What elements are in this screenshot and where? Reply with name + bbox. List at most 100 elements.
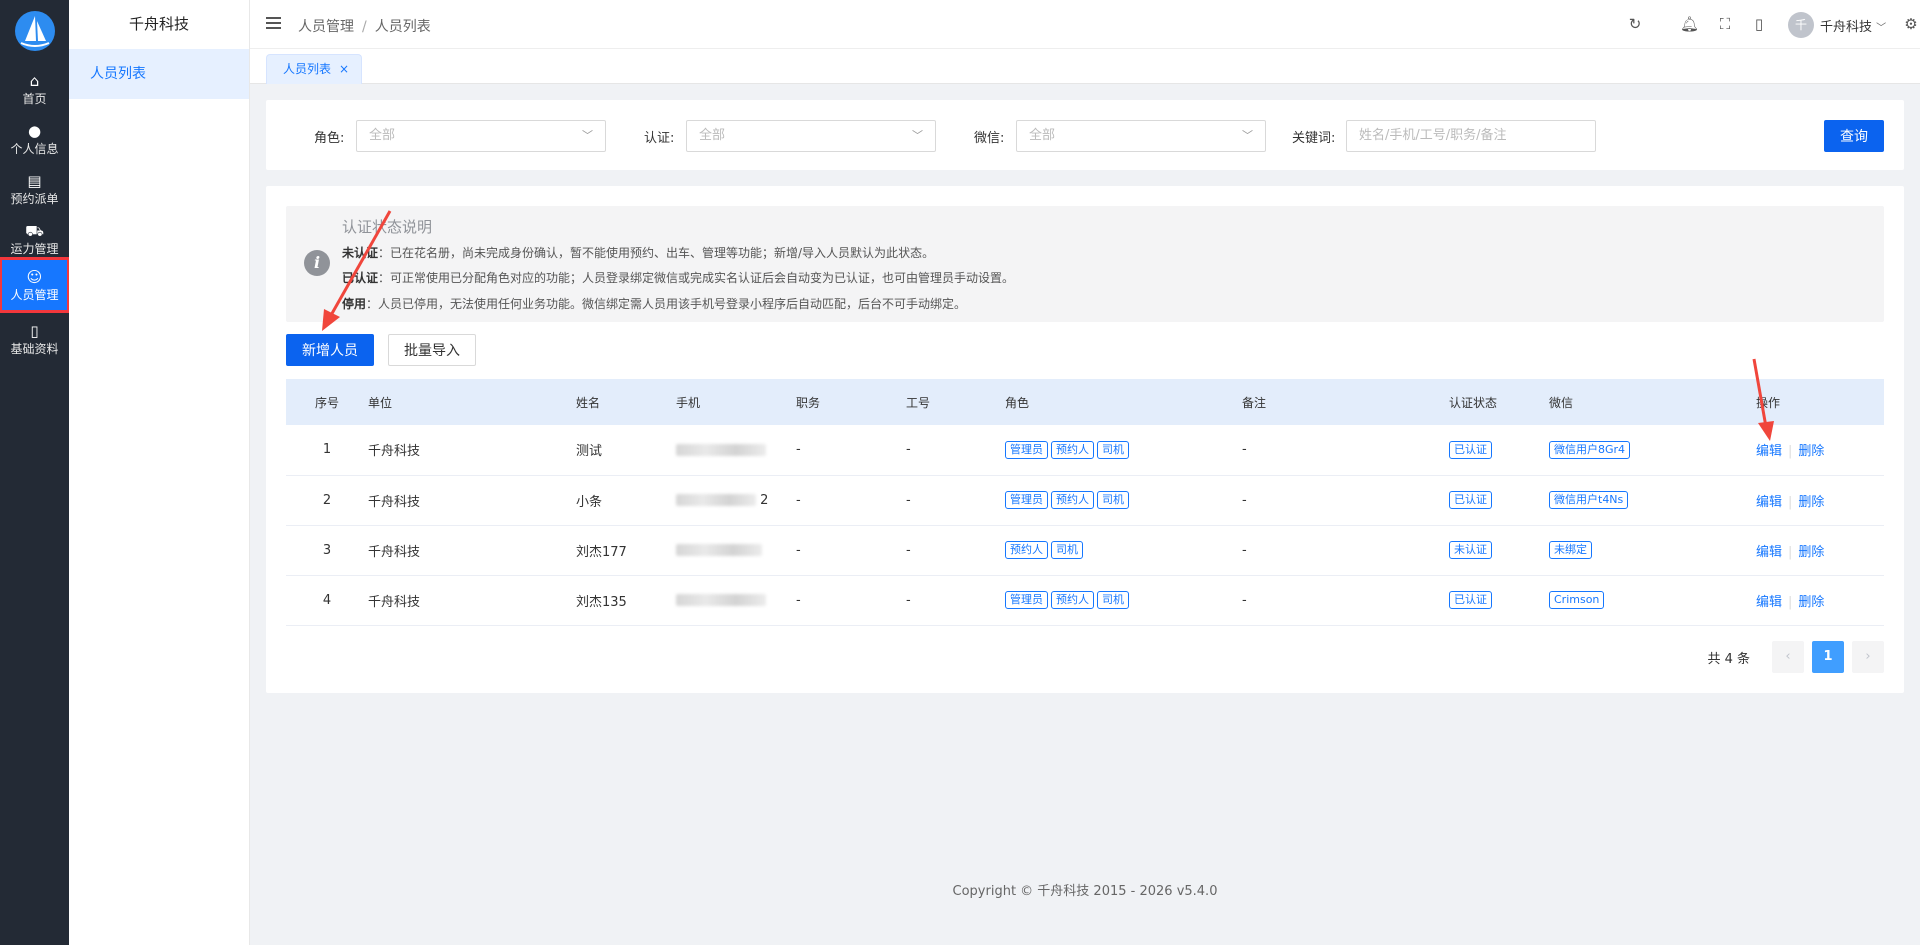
edit-link[interactable]: 编辑 [1756,545,1782,560]
role-tag: 司机 [1097,591,1129,609]
column-header: 单位 [368,395,393,410]
cell-phone: 2 [676,475,796,525]
submenu-item-personnel-list[interactable]: 人员列表 [69,49,249,99]
delete-link[interactable]: 删除 [1798,545,1824,560]
table-row: 2 千舟科技 小条 2 - - 管理员 预约人 司机 - 已认证 微信用户t4Ns … [286,475,1884,525]
cell-wechat: Crimson [1549,575,1756,625]
truck-icon: ⛟ [25,221,44,240]
rail-item-label: 预约派单 [10,191,59,206]
cell-auth: 已认证 [1449,475,1549,525]
divider: | [1788,594,1793,610]
role-tag: 管理员 [1005,491,1048,509]
column-header: 序号 [314,395,339,410]
menu-toggle-icon[interactable] [266,17,281,29]
wechat-tag: 微信用户8Gr4 [1549,440,1631,459]
cell-name: 刘杰177 [576,544,627,560]
wechat-select-value: 全部 [1029,128,1056,143]
tab-bar: 人员列表 × [250,49,1920,84]
rail-item-label: 人员管理 [10,287,59,302]
cell-name: 测试 [576,444,603,460]
rail-item-home[interactable]: ⌂ 首页 [0,64,69,114]
auth-status-tag: 已认证 [1449,440,1492,459]
notice-line: 已认证：可正常使用已分配角色对应的功能；人员登录绑定微信或完成实名认证后会自动变… [342,269,1014,286]
cell-wechat: 未绑定 [1549,525,1756,575]
cell-index: 4 [322,592,332,608]
rail-item-capacity[interactable]: ⛟ 运力管理 [0,214,69,264]
cell-auth: 已认证 [1449,425,1549,475]
table-header-row: 序号 单位 姓名 手机 职务 工号 角色 备注 认证状态 微信 操作 [286,379,1884,425]
add-person-button[interactable]: 新增人员 [286,334,374,366]
pagination: 共 4 条 ‹ 1 › [1707,641,1884,673]
rail-item-basic-data[interactable]: ▯ 基础资料 [0,314,69,364]
delete-link[interactable]: 删除 [1798,595,1824,610]
bell-icon[interactable]: 🔔︎ [1680,15,1699,33]
tab-personnel-list[interactable]: 人员列表 × [266,54,363,84]
notice-line: 未认证：已在花名册，尚未完成身份确认，暂不能使用预约、出车、管理等功能；新增/导… [342,244,934,261]
cell-number: - [906,542,911,558]
keyword-input[interactable]: 姓名/手机/工号/职务/备注 [1346,120,1596,152]
cell-roles: 管理员 预约人 司机 [1005,425,1242,475]
refresh-icon[interactable]: ↻ [1626,15,1644,33]
edit-link[interactable]: 编辑 [1756,595,1782,610]
delete-link[interactable]: 删除 [1798,444,1824,459]
delete-link[interactable]: 删除 [1798,495,1824,510]
close-icon[interactable]: × [339,62,349,76]
cell-remark: - [1242,592,1247,608]
column-header: 工号 [906,395,931,410]
chevron-down-icon: ﹀ [582,129,593,142]
notice-key: 未认证 [342,246,379,260]
cell-unit: 千舟科技 [368,594,421,610]
rail-item-label: 运力管理 [10,241,59,256]
fullscreen-icon[interactable]: ⛶ [1716,15,1734,33]
cell-phone [676,575,796,625]
batch-import-button[interactable]: 批量导入 [388,334,476,366]
table-row: 1 千舟科技 测试 - - 管理员 预约人 司机 - 已认证 微信用户8Gr4 编辑… [286,425,1884,475]
cell-wechat: 微信用户t4Ns [1549,475,1756,525]
gear-icon[interactable]: ⚙ [1902,15,1920,33]
edit-link[interactable]: 编辑 [1756,444,1782,459]
rail-item-personnel[interactable]: ☺ 人员管理 [0,257,70,313]
mobile-icon[interactable]: ▯ [1750,15,1768,33]
role-tag: 司机 [1097,440,1129,459]
footer-copyright: Copyright © 千舟科技 2015 - 2026 v5.4.0 [952,884,1218,899]
edit-link[interactable]: 编辑 [1756,495,1782,510]
role-select[interactable]: 全部 ﹀ [356,120,606,152]
cell-remark: - [1242,492,1247,508]
rail-item-profile[interactable]: ● 个人信息 [0,114,69,164]
notice-line: 停用：人员已停用，无法使用任何业务功能。微信绑定需人员用该手机号登录小程序后自动… [342,295,966,312]
redacted-phone [676,443,766,456]
query-button[interactable]: 查询 [1824,120,1884,152]
notice-key: 停用 [342,297,367,311]
book-icon: ▯ [30,321,39,340]
wechat-tag: 未绑定 [1549,541,1592,559]
role-tag: 司机 [1051,541,1083,559]
cell-roles: 预约人 司机 [1005,525,1242,575]
breadcrumb-item[interactable]: 人员管理 [298,19,354,35]
cell-remark: - [1242,542,1247,558]
cell-job: - [796,542,801,558]
cell-name: 刘杰135 [576,594,627,610]
info-icon: i [304,250,330,276]
tab-label: 人员列表 [283,62,332,76]
redacted-phone [676,494,756,506]
brand-name: 千舟科技 [128,15,189,33]
cell-actions: 编辑 | 删除 [1756,525,1884,575]
user-menu[interactable]: 千舟科技 ﹀ [1820,16,1886,35]
page-number[interactable]: 1 [1812,641,1844,673]
cell-index: 3 [322,542,332,558]
notice-text: ：人员已停用，无法使用任何业务功能。微信绑定需人员用该手机号登录小程序后自动匹配… [366,297,967,311]
prev-page-button[interactable]: ‹ [1772,641,1804,673]
next-page-button[interactable]: › [1852,641,1884,673]
avatar[interactable]: 千 [1788,12,1814,38]
wechat-select[interactable]: 全部 ﹀ [1016,120,1266,152]
left-nav-rail: ⌂ 首页 ● 个人信息 ▤ 预约派单 ⛟ 运力管理 ☺ 人员管理 ▯ 基础资料 [0,0,70,945]
rail-item-booking[interactable]: ▤ 预约派单 [0,164,69,214]
user-icon: ● [27,121,42,140]
cell-number: - [906,442,911,458]
wechat-tag: 微信用户t4Ns [1549,491,1629,509]
cell-job: - [796,592,801,608]
cell-actions: 编辑 | 删除 [1756,425,1884,475]
auth-select[interactable]: 全部 ﹀ [686,120,936,152]
role-tag: 预约人 [1051,491,1094,509]
notice-text: ：已在花名册，尚未完成身份确认，暂不能使用预约、出车、管理等功能；新增/导入人员… [378,246,935,260]
